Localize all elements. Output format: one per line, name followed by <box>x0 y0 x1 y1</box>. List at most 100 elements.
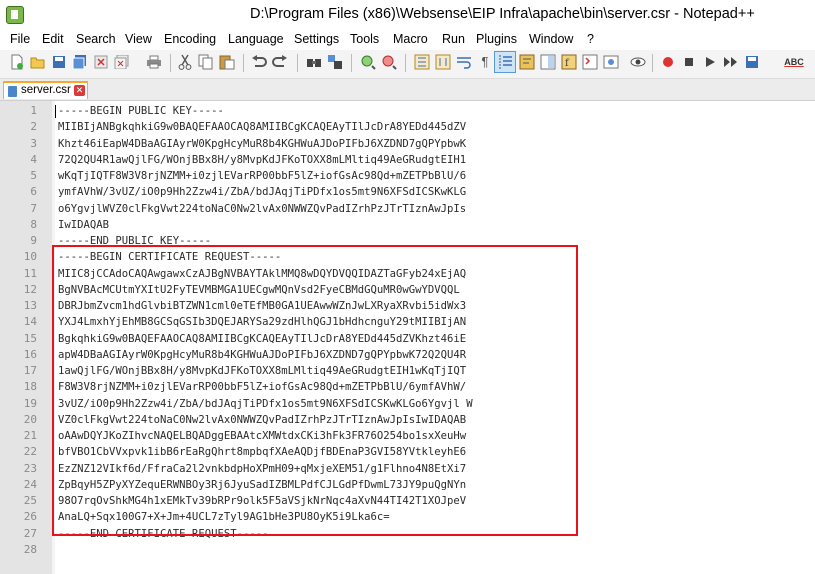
title-bar: D:\Program Files (x86)\Websense\EIP Infr… <box>0 0 815 30</box>
code-line: ymfAVhW/3vUZ/iO0p9Hh2Zzw4i/ZbA/bdJAqjTiP… <box>58 186 467 198</box>
line-number: 17 <box>23 364 37 377</box>
code-line: IwIDAQAB <box>58 219 110 231</box>
menu-language[interactable]: Language <box>228 32 284 46</box>
save-macro-icon[interactable] <box>722 53 740 71</box>
tab-server-csr[interactable]: server.csr ✕ <box>3 81 88 99</box>
open-file-icon[interactable] <box>29 53 47 71</box>
menu-search[interactable]: Search <box>76 32 116 46</box>
monitoring-icon[interactable] <box>602 53 620 71</box>
code-line: YXJ4LmxhYjEhMB8GCSqGSIb3DQEJARYSa29zdHlh… <box>58 316 467 328</box>
code-line: BgkqhkiG9w0BAQEFAAOCAQ8AMIIBCgKCAQEAyTIl… <box>58 333 467 345</box>
code-line: VZ0clFkgVwt224toNaC0Nw2lvAx0NWWZQvPadIZr… <box>58 414 467 426</box>
playback-icon[interactable] <box>680 53 698 71</box>
code-line: bfVBO1CbVVxpvk1ibB6rEaRgQhrt8mpbqfXAeAQD… <box>58 446 467 458</box>
line-number: 3 <box>30 137 37 150</box>
code-line: oAAwDQYJKoZIhvcNAQELBQADggEBAAtcXMWtdxCK… <box>58 430 467 442</box>
line-number: 2 <box>30 120 37 133</box>
menu-help[interactable]: ? <box>587 32 594 46</box>
menu-file[interactable]: File <box>10 32 30 46</box>
document-icon <box>8 86 17 97</box>
indent-guide-icon[interactable] <box>494 51 516 73</box>
menu-macro[interactable]: Macro <box>393 32 428 46</box>
code-line: F8W3V8rjNZMM+i0zjlEVarRP00bbF5lZ+iofGsAc… <box>58 381 467 393</box>
sync-vertical-icon[interactable] <box>413 53 431 71</box>
menu-run[interactable]: Run <box>442 32 465 46</box>
word-wrap-icon[interactable] <box>455 53 473 71</box>
editor-text-area[interactable]: -----BEGIN PUBLIC KEY----- MIIBIjANBgkqhk… <box>55 101 815 574</box>
document-map-icon[interactable] <box>539 53 557 71</box>
record-macro-icon[interactable] <box>629 53 647 71</box>
close-icon[interactable] <box>92 53 110 71</box>
spell-check-icon[interactable]: ABC <box>783 53 805 71</box>
zoom-out-icon[interactable] <box>380 53 398 71</box>
code-line: 98O7rqOvShkMG4h1xEMkTv39bRPr9olk5F5aVSjk… <box>58 495 467 507</box>
code-line: -----BEGIN CERTIFICATE REQUEST----- <box>58 251 282 263</box>
menu-encoding[interactable]: Encoding <box>164 32 216 46</box>
undo-icon[interactable] <box>250 53 268 71</box>
menu-edit[interactable]: Edit <box>42 32 64 46</box>
line-number: 1 <box>30 104 37 117</box>
line-number: 15 <box>23 332 37 345</box>
line-number: 25 <box>23 494 37 507</box>
line-number: 23 <box>23 462 37 475</box>
line-number: 6 <box>30 185 37 198</box>
close-all-icon[interactable] <box>113 53 131 71</box>
toolbar-separator <box>243 54 244 72</box>
macro-save-icon[interactable] <box>743 53 761 71</box>
line-number: 8 <box>30 218 37 231</box>
code-line: o6YgvjlWVZ0clFkgVwt224toNaC0Nw2lvAx0NWWZ… <box>58 203 467 215</box>
line-number: 18 <box>23 380 37 393</box>
line-number: 10 <box>23 250 37 263</box>
code-line: AnaLQ+Sqx100G7+X+Jm+4UCL7zTyl9AG1bHe3PU8… <box>58 511 390 523</box>
menu-tools[interactable]: Tools <box>350 32 379 46</box>
find-icon[interactable] <box>305 53 323 71</box>
redo-icon[interactable] <box>271 53 289 71</box>
code-line: -----END CERTIFICATE REQUEST----- <box>58 528 269 540</box>
line-number: 7 <box>30 202 37 215</box>
new-file-icon[interactable] <box>8 53 26 71</box>
notepad-plus-plus-app-icon <box>6 6 24 24</box>
copy-icon[interactable] <box>197 53 215 71</box>
line-number: 13 <box>23 299 37 312</box>
code-line: EzZNZ12VIkf6d/FfraCa2l2vnkbdpHoXPmH09+qM… <box>58 463 467 475</box>
tab-label: server.csr <box>21 84 71 96</box>
folder-workspace-icon[interactable] <box>581 53 599 71</box>
line-number: 20 <box>23 413 37 426</box>
menu-bar: File Edit Search View Encoding Language … <box>0 30 815 50</box>
replace-icon[interactable] <box>326 53 344 71</box>
toolbar-separator <box>351 54 352 72</box>
sync-horizontal-icon[interactable] <box>434 53 452 71</box>
code-line: 1awQjlFG/WOnjBBx8H/y8MvpKdJFKoTOXX8mLMlt… <box>58 365 467 377</box>
menu-settings[interactable]: Settings <box>294 32 339 46</box>
menu-plugins[interactable]: Plugins <box>476 32 517 46</box>
window-title: D:\Program Files (x86)\Websense\EIP Infr… <box>250 6 755 22</box>
code-line: ZpBqyH5ZPyXYZequERWNBOy3Rj6JyuSadIZBMLPd… <box>58 479 467 491</box>
stop-recording-icon[interactable] <box>659 53 677 71</box>
paste-icon[interactable] <box>218 53 236 71</box>
code-line: BgNVBAcMCUtmYXItU2FyTEVMBMGA1UECgwMQnVsd… <box>58 284 460 296</box>
code-line: MIIBIjANBgkqhkiG9w0BAQEFAAOCAQ8AMIIBCgKC… <box>58 121 467 133</box>
user-language-icon[interactable] <box>518 53 536 71</box>
save-icon[interactable] <box>50 53 68 71</box>
run-macro-multiple-icon[interactable] <box>701 53 719 71</box>
menu-view[interactable]: View <box>125 32 152 46</box>
toolbar-separator <box>652 54 653 72</box>
line-number: 21 <box>23 429 37 442</box>
code-line: wKqTjIQTF8W3V8rjNZMM+i0zjlEVarRP00bbF5lZ… <box>58 170 467 182</box>
zoom-in-icon[interactable] <box>359 53 377 71</box>
line-number: 11 <box>23 267 37 280</box>
cut-icon[interactable] <box>176 53 194 71</box>
save-all-icon[interactable] <box>71 53 89 71</box>
function-list-icon[interactable]: f <box>560 53 578 71</box>
tab-close-icon[interactable]: ✕ <box>74 85 85 96</box>
print-icon[interactable] <box>145 53 163 71</box>
line-number-gutter: 1 2 3 4 5 6 7 8 9 10 11 12 13 14 15 16 17 18 19 20 21 22 23 24 2… <box>0 101 52 574</box>
text-caret <box>55 105 56 118</box>
toolbar-separator <box>170 54 171 72</box>
line-number: 26 <box>23 510 37 523</box>
tab-bar: server.csr ✕ <box>0 79 815 101</box>
code-line: -----END PUBLIC KEY----- <box>58 235 212 247</box>
menu-window[interactable]: Window <box>529 32 573 46</box>
show-all-characters-icon[interactable]: ¶ <box>476 53 494 71</box>
toolbar: ¶ f ABC <box>0 50 815 79</box>
